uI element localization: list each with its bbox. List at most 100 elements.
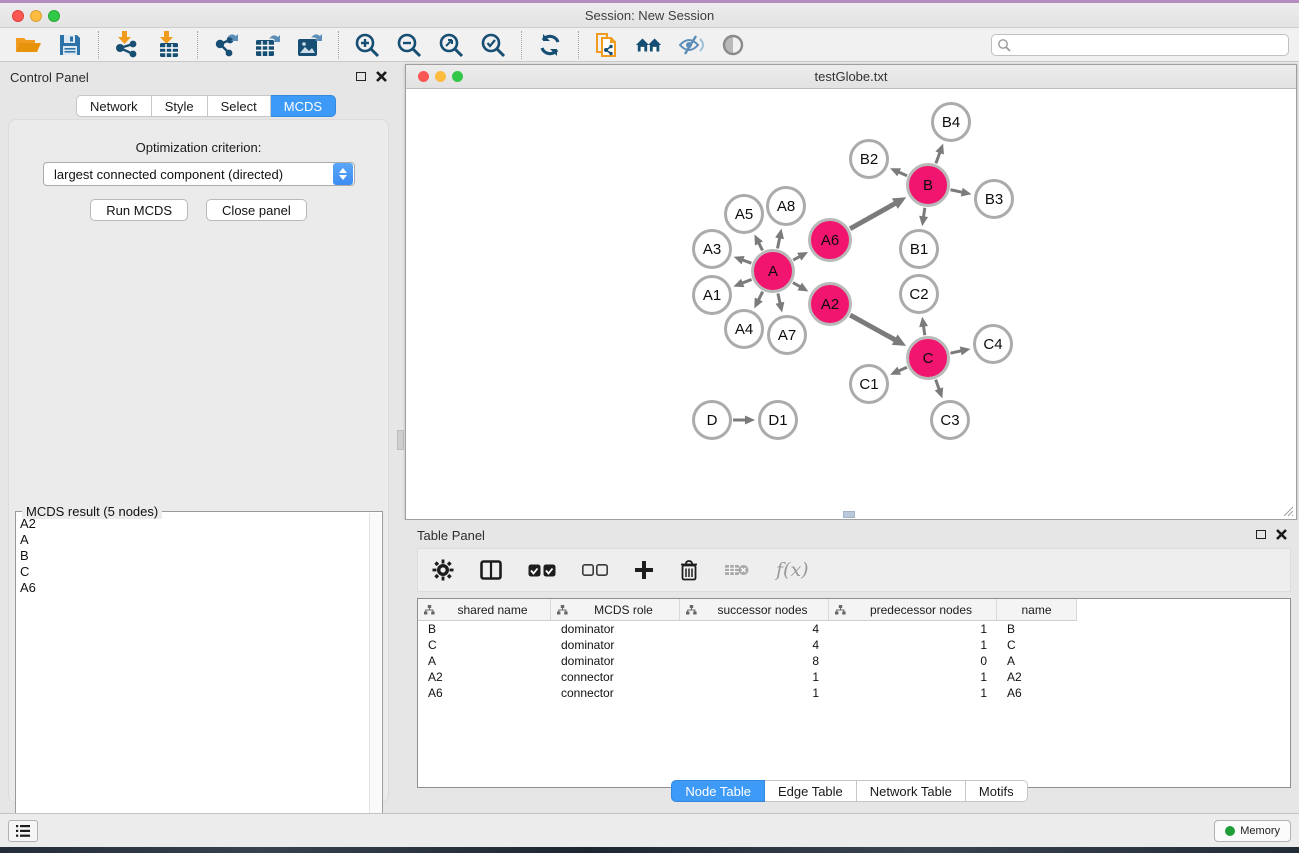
graph-node-A6[interactable]: A6 [808, 218, 852, 262]
graph-node-B2[interactable]: B2 [849, 139, 889, 179]
close-panel-icon[interactable] [1276, 529, 1287, 540]
tab-edge-table[interactable]: Edge Table [765, 780, 857, 802]
graph-node-C3[interactable]: C3 [930, 400, 970, 440]
import-network-button[interactable] [113, 31, 141, 59]
graph-node-A3[interactable]: A3 [692, 229, 732, 269]
zoom-out-button[interactable] [395, 31, 423, 59]
column-header[interactable]: MCDS role [551, 599, 680, 621]
table-row[interactable]: Cdominator41C [418, 637, 1290, 653]
tab-style[interactable]: Style [152, 95, 208, 117]
graph-node-C2[interactable]: C2 [899, 274, 939, 314]
tab-mcds[interactable]: MCDS [271, 95, 336, 117]
graph-node-B4[interactable]: B4 [931, 102, 971, 142]
result-list-scrollbar[interactable] [369, 513, 381, 843]
result-item[interactable]: A [20, 532, 382, 548]
graph-node-C1[interactable]: C1 [849, 364, 889, 404]
table-cell: 8 [680, 654, 829, 668]
graph-node-A[interactable]: A [751, 249, 795, 293]
table-settings-button[interactable] [432, 559, 454, 581]
graph-node-C4[interactable]: C4 [973, 324, 1013, 364]
tab-select[interactable]: Select [208, 95, 271, 117]
close-panel-icon[interactable] [376, 71, 387, 82]
graph-node-B1[interactable]: B1 [899, 229, 939, 269]
table-cell: A [997, 654, 1077, 668]
float-panel-icon[interactable] [1256, 530, 1266, 539]
zoom-selected-button[interactable] [479, 31, 507, 59]
tab-network-table[interactable]: Network Table [857, 780, 966, 802]
table-panel-title: Table Panel [417, 528, 485, 543]
column-header[interactable]: name [997, 599, 1077, 621]
show-all-networks-button[interactable] [635, 31, 663, 59]
clone-network-button[interactable] [593, 31, 621, 59]
tab-node-table[interactable]: Node Table [671, 780, 765, 802]
open-file-button[interactable] [14, 31, 42, 59]
table-row[interactable]: A2connector11A2 [418, 669, 1290, 685]
table-toolbar: f(x) [417, 548, 1291, 592]
table-row[interactable]: Adominator80A [418, 653, 1290, 669]
result-item[interactable]: B [20, 548, 382, 564]
column-manager-button[interactable] [480, 560, 502, 580]
splitter-handle[interactable] [843, 511, 855, 518]
column-header-label: MCDS role [568, 603, 679, 617]
graph-node-C[interactable]: C [906, 336, 950, 380]
network-canvas[interactable]: B4 B2 B B3 B1 A5A8 A3 A6 A A1 A2 C2 A4A7 C4 C C1 C3 D D1 [407, 90, 1295, 518]
edge-arrowhead [960, 347, 971, 356]
export-table-button[interactable] [254, 31, 282, 59]
column-header[interactable]: predecessor nodes [829, 599, 997, 621]
hide-selected-button[interactable] [677, 31, 705, 59]
export-network-button[interactable] [212, 31, 240, 59]
float-panel-icon[interactable] [356, 72, 366, 81]
select-all-button[interactable] [528, 564, 556, 577]
splitter-handle[interactable] [397, 430, 404, 450]
graph-edge[interactable] [850, 315, 896, 341]
zoom-fit-button[interactable] [437, 31, 465, 59]
search-input[interactable] [991, 34, 1289, 56]
result-item[interactable]: C [20, 564, 382, 580]
memory-label: Memory [1240, 825, 1280, 837]
graph-node-A7[interactable]: A7 [767, 315, 807, 355]
function-builder-button[interactable]: f(x) [776, 559, 809, 581]
zoom-in-button[interactable] [353, 31, 381, 59]
task-history-button[interactable] [8, 820, 38, 842]
tab-network[interactable]: Network [76, 95, 152, 117]
export-table-icon [254, 32, 282, 58]
run-mcds-button[interactable]: Run MCDS [90, 199, 188, 221]
graph-node-A8[interactable]: A8 [766, 186, 806, 226]
column-header[interactable]: successor nodes [680, 599, 829, 621]
export-network-icon [213, 32, 240, 58]
select-stepper-icon [333, 163, 353, 185]
delete-table-button[interactable] [724, 562, 750, 578]
graph-node-A5[interactable]: A5 [724, 194, 764, 234]
criterion-select[interactable]: largest connected component (directed) [43, 162, 355, 186]
deselect-all-button[interactable] [582, 564, 608, 576]
graph-edge[interactable] [850, 203, 897, 229]
graph-node-A4[interactable]: A4 [724, 309, 764, 349]
memory-button[interactable]: Memory [1214, 820, 1291, 842]
close-panel-button[interactable]: Close panel [206, 199, 307, 221]
table-cell: A6 [418, 686, 551, 700]
graph-edge[interactable] [950, 190, 963, 193]
graph-node-B3[interactable]: B3 [974, 179, 1014, 219]
import-table-button[interactable] [155, 31, 183, 59]
resize-grip-icon[interactable] [1280, 503, 1294, 517]
add-column-button[interactable] [634, 560, 654, 580]
column-header[interactable]: shared name [418, 599, 551, 621]
show-selected-button[interactable] [719, 31, 747, 59]
graph-node-B[interactable]: B [906, 163, 950, 207]
graph-node-D[interactable]: D [692, 400, 732, 440]
control-panel-tabs: Network Style Select MCDS [76, 95, 336, 117]
table-row[interactable]: A6connector11A6 [418, 685, 1290, 701]
result-item[interactable]: A6 [20, 580, 382, 596]
graph-node-A1[interactable]: A1 [692, 275, 732, 315]
column-header-label: shared name [435, 603, 550, 617]
save-session-button[interactable] [56, 31, 84, 59]
graph-node-D1[interactable]: D1 [758, 400, 798, 440]
refresh-button[interactable] [536, 31, 564, 59]
export-image-button[interactable] [296, 31, 324, 59]
mcds-result-list: A2ABCA6 [16, 512, 382, 596]
edge-arrowhead [935, 144, 943, 155]
table-row[interactable]: Bdominator41B [418, 621, 1290, 637]
delete-column-button[interactable] [680, 560, 698, 581]
graph-node-A2[interactable]: A2 [808, 282, 852, 326]
tab-motifs[interactable]: Motifs [966, 780, 1028, 802]
